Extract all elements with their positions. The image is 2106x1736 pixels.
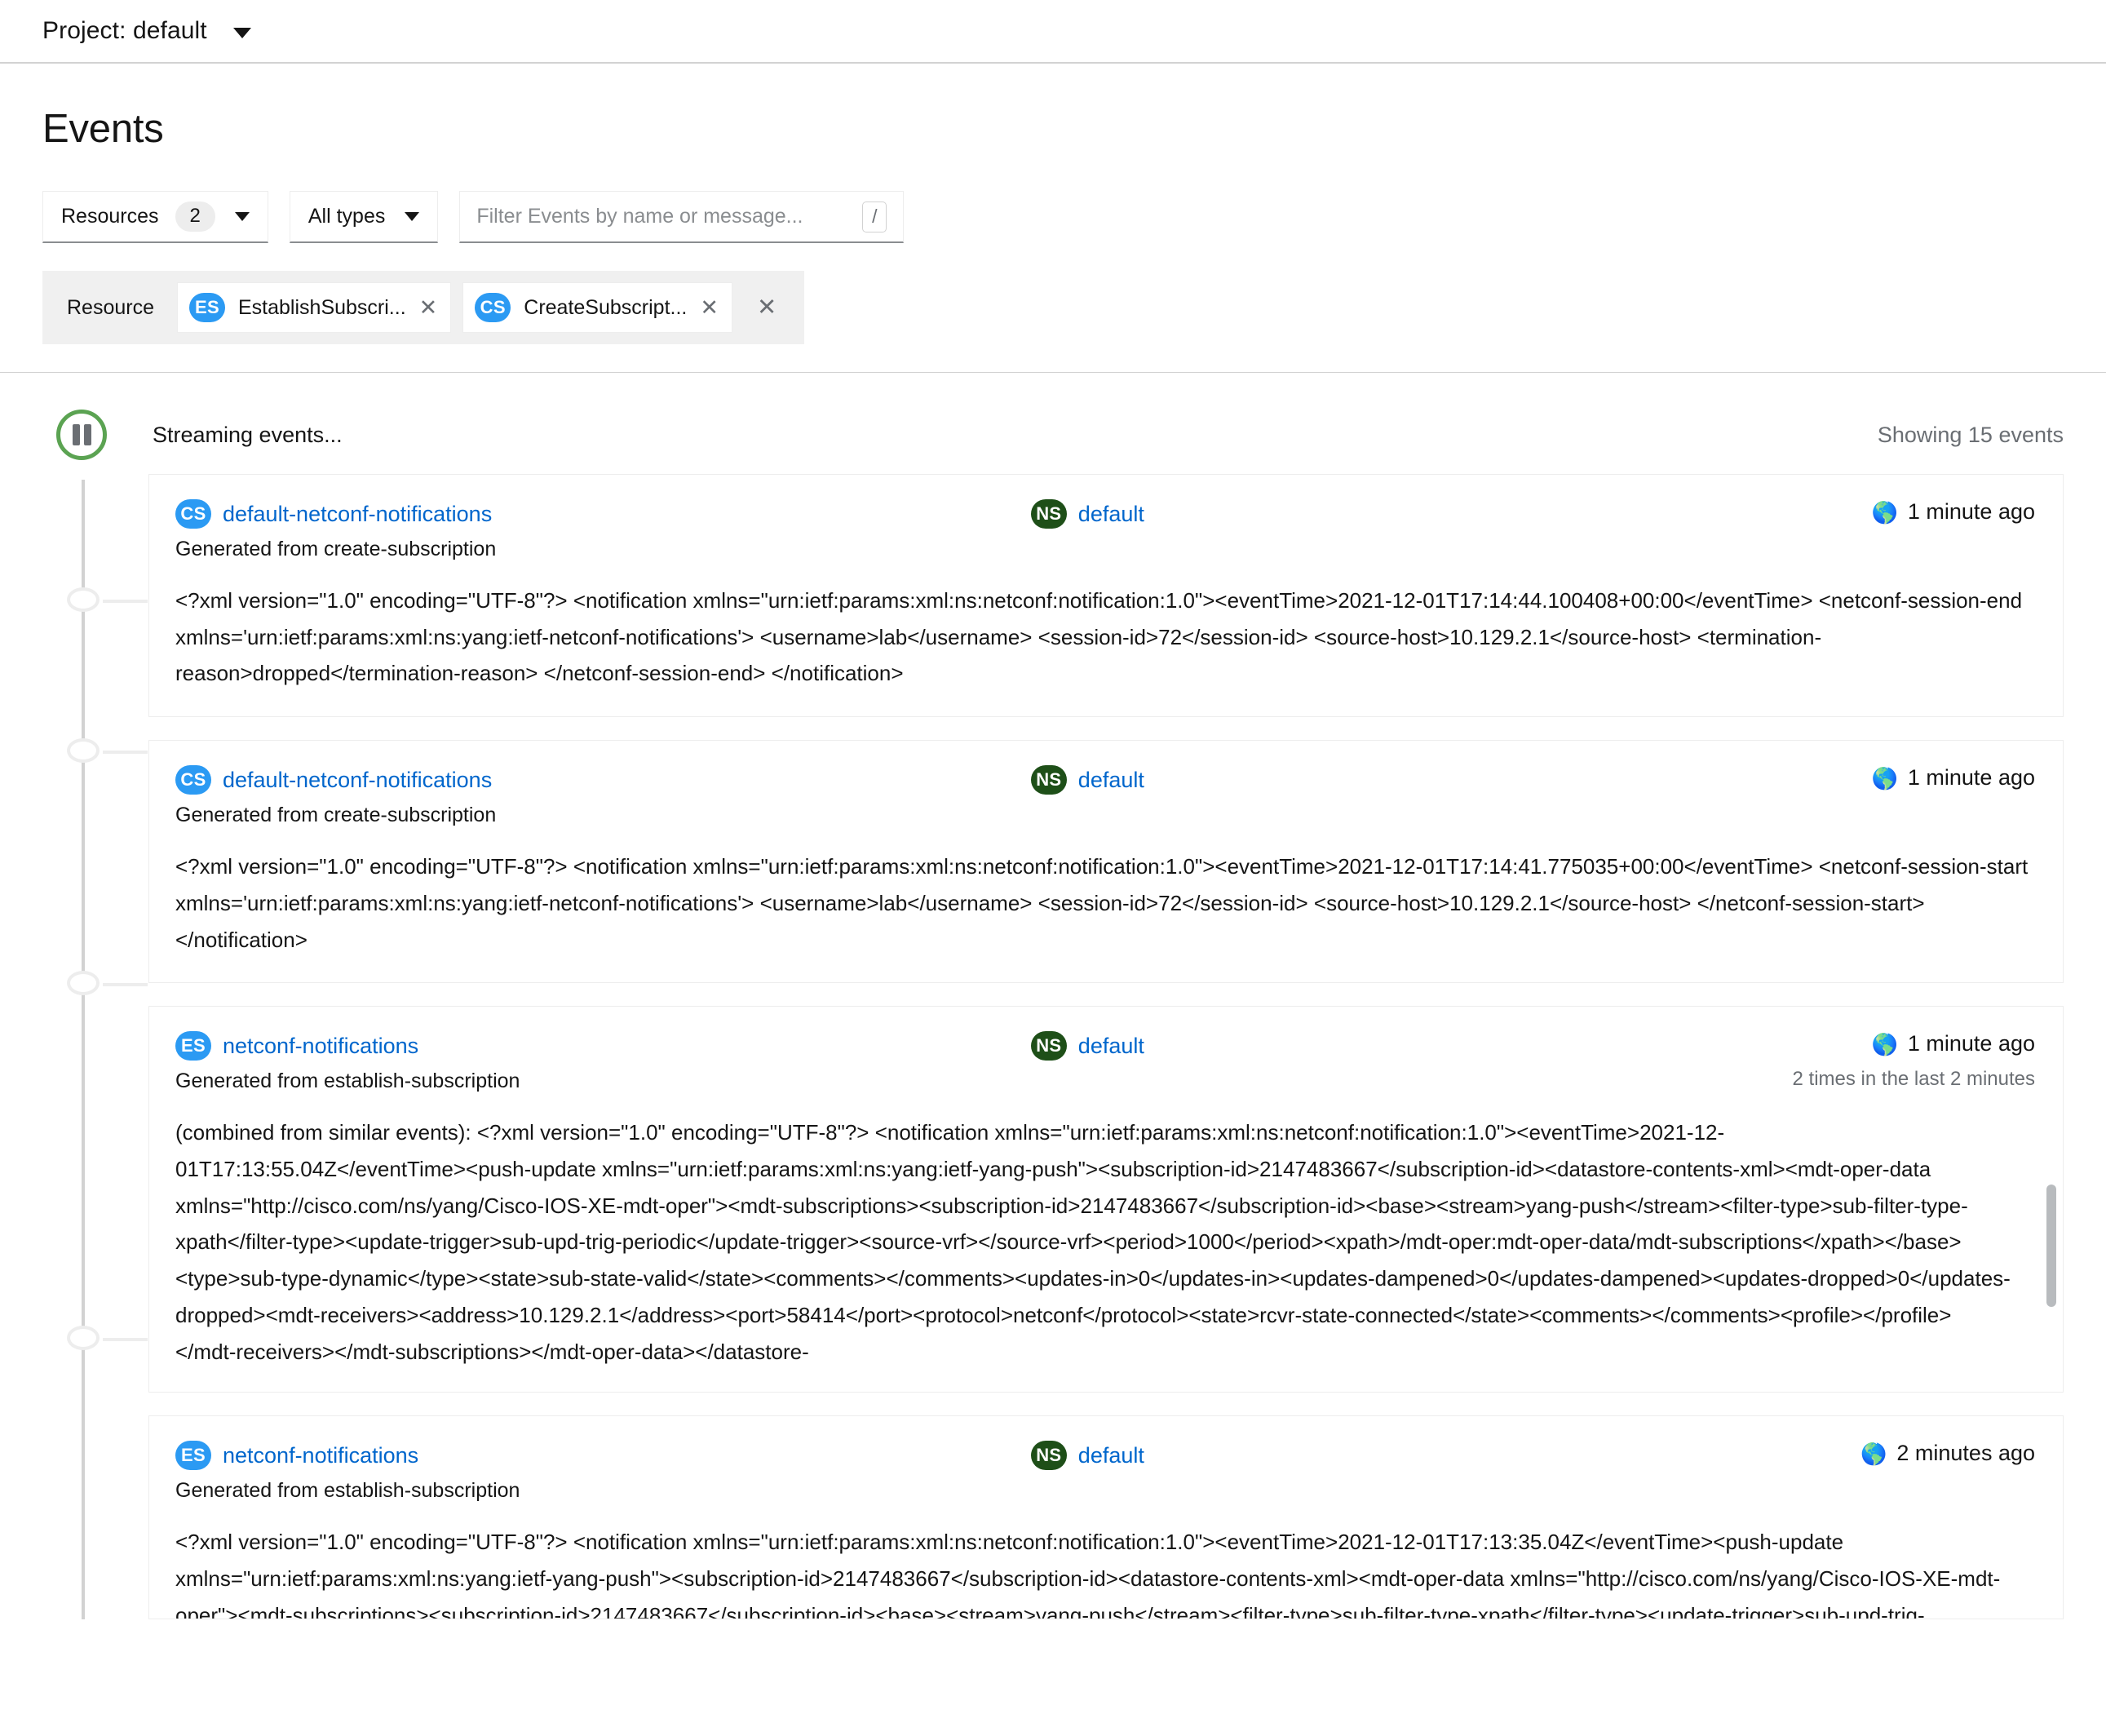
event-card[interactable]: CS default-netconf-notifications Generat…	[148, 474, 2064, 718]
timeline-node	[67, 1326, 148, 1350]
event-message: <?xml version="1.0" encoding="UTF-8"?> <…	[175, 588, 2023, 686]
event-namespace-link[interactable]: default	[1078, 502, 1144, 527]
chevron-down-icon	[405, 212, 420, 221]
cs-badge-icon: CS	[175, 765, 211, 795]
event-source-text: Generated from establish-subscription	[175, 1479, 520, 1503]
message-scrollbar[interactable]	[2046, 1185, 2056, 1308]
event-source-text: Generated from establish-subscription	[175, 1070, 520, 1093]
timeline-node	[67, 971, 148, 995]
event-timestamp: 1 minute ago	[1907, 499, 2035, 524]
pause-icon-bar-right	[83, 424, 91, 445]
resources-filter-dropdown[interactable]: Resources 2	[42, 191, 268, 243]
resources-filter-label: Resources	[61, 205, 159, 228]
project-selector[interactable]: Project: default	[42, 17, 252, 45]
filter-input-wrapper[interactable]: /	[459, 191, 905, 243]
event-namespace-link[interactable]: default	[1078, 1443, 1144, 1468]
timeline-node	[67, 587, 148, 612]
globe-icon: 🌎	[1860, 1441, 1887, 1466]
toolbar-divider	[0, 372, 2106, 373]
event-timestamp: 1 minute ago	[1907, 765, 2035, 790]
event-resource-link[interactable]: netconf-notifications	[223, 1443, 418, 1468]
cs-badge-icon: CS	[475, 293, 511, 322]
event-timestamp: 2 minutes ago	[1896, 1441, 2035, 1466]
event-card-header: CS default-netconf-notifications Generat…	[175, 499, 2035, 561]
event-namespace-link[interactable]: default	[1078, 768, 1144, 793]
event-card-header: ES netconf-notifications Generated from …	[175, 1031, 2035, 1093]
ns-badge-icon: NS	[1030, 1441, 1067, 1471]
es-badge-icon: ES	[175, 1441, 211, 1471]
events-count-text: Showing 15 events	[1877, 422, 2064, 447]
event-card-header: CS default-netconf-notifications Generat…	[175, 765, 2035, 827]
event-message: (combined from similar events): <?xml ve…	[175, 1120, 2011, 1364]
slash-shortcut-key: /	[862, 201, 887, 232]
event-source-text: Generated from create-subscription	[175, 804, 497, 827]
active-filters-chipbar: Resource ES EstablishSubscri... ✕ CS Cre…	[42, 271, 805, 344]
event-card[interactable]: ES netconf-notifications Generated from …	[148, 1006, 2064, 1393]
events-toolbar: Resources 2 All types /	[0, 152, 2106, 243]
ns-badge-icon: NS	[1030, 499, 1067, 529]
es-badge-icon: ES	[189, 293, 225, 322]
event-card[interactable]: CS default-netconf-notifications Generat…	[148, 740, 2064, 984]
filter-chip-establishsubscription[interactable]: ES EstablishSubscri... ✕	[177, 282, 452, 333]
page-header: Events	[0, 64, 2106, 152]
event-resource-link[interactable]: default-netconf-notifications	[223, 768, 492, 793]
event-namespace-link[interactable]: default	[1078, 1034, 1144, 1059]
resources-filter-count: 2	[175, 202, 215, 232]
pause-icon-bar-left	[72, 424, 80, 445]
close-icon[interactable]: ✕	[419, 296, 438, 319]
stream-status-text: Streaming events...	[153, 422, 343, 447]
pause-streaming-button[interactable]	[56, 410, 107, 460]
filter-chip-label: CreateSubscript...	[524, 295, 688, 319]
ns-badge-icon: NS	[1030, 765, 1067, 795]
types-filter-dropdown[interactable]: All types	[289, 191, 439, 243]
event-source-text: Generated from create-subscription	[175, 538, 497, 560]
event-card-header: ES netconf-notifications Generated from …	[175, 1441, 2035, 1503]
close-icon[interactable]: ✕	[700, 296, 719, 319]
es-badge-icon: ES	[175, 1031, 211, 1061]
ns-badge-icon: NS	[1030, 1031, 1067, 1061]
chevron-down-icon	[234, 212, 250, 221]
events-stream-area: Streaming events... Showing 15 events CS…	[0, 396, 2106, 1620]
page-title: Events	[42, 107, 164, 151]
cs-badge-icon: CS	[175, 499, 211, 529]
timeline-rail	[67, 480, 148, 1620]
filter-chip-label: EstablishSubscri...	[238, 295, 406, 319]
event-message: <?xml version="1.0" encoding="UTF-8"?> <…	[175, 854, 2029, 952]
types-filter-label: All types	[307, 205, 386, 228]
project-bar: Project: default	[0, 0, 2106, 64]
events-list: CS default-netconf-notifications Generat…	[148, 474, 2064, 1620]
chip-category-label: Resource	[67, 295, 154, 319]
event-repeat-count: 2 times in the last 2 minutes	[1792, 1068, 2035, 1091]
event-resource-link[interactable]: default-netconf-notifications	[223, 502, 492, 527]
event-resource-link[interactable]: netconf-notifications	[223, 1034, 418, 1059]
search-input[interactable]	[476, 205, 863, 228]
stream-status-row: Streaming events... Showing 15 events	[42, 396, 2064, 474]
globe-icon: 🌎	[1871, 765, 1898, 790]
event-message: <?xml version="1.0" encoding="UTF-8"?> <…	[175, 1530, 2001, 1620]
timeline-node	[67, 738, 148, 763]
globe-icon: 🌎	[1871, 1031, 1898, 1056]
chevron-down-icon	[233, 28, 252, 38]
globe-icon: 🌎	[1871, 499, 1898, 525]
event-timestamp: 1 minute ago	[1907, 1031, 2035, 1056]
clear-all-filters-icon[interactable]: ✕	[757, 295, 776, 320]
filter-chip-createsubscription[interactable]: CS CreateSubscript... ✕	[462, 282, 732, 333]
event-card[interactable]: ES netconf-notifications Generated from …	[148, 1415, 2064, 1620]
project-selector-label: Project: default	[42, 17, 207, 44]
